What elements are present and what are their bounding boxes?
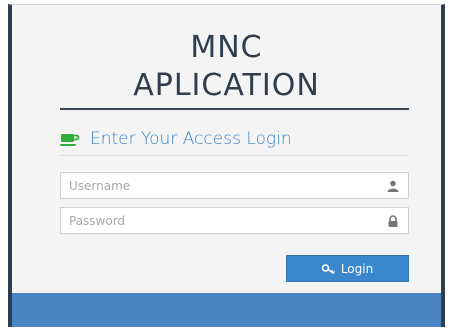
app-title-line1: MNC bbox=[190, 30, 263, 65]
key-icon bbox=[321, 263, 335, 274]
coffee-cup-icon bbox=[60, 132, 80, 146]
password-field[interactable] bbox=[60, 207, 409, 234]
title-divider bbox=[60, 108, 409, 110]
lock-icon bbox=[386, 214, 400, 228]
login-subtitle-text: Enter Your Access Login bbox=[90, 129, 292, 149]
user-icon bbox=[386, 179, 400, 193]
login-subtitle: Enter Your Access Login bbox=[60, 129, 409, 149]
login-button[interactable]: Login bbox=[286, 255, 409, 282]
subtitle-divider bbox=[60, 155, 409, 156]
app-title-line2: APLICATION bbox=[133, 68, 320, 103]
password-input[interactable] bbox=[61, 213, 386, 228]
login-panel: MNC APLICATION Enter Your Access Login U… bbox=[8, 4, 445, 327]
login-window: MNC APLICATION Enter Your Access Login U… bbox=[0, 0, 451, 331]
footer-bar bbox=[12, 293, 441, 327]
username-field[interactable] bbox=[60, 172, 409, 199]
login-button-label: Login bbox=[340, 261, 374, 276]
username-input[interactable] bbox=[61, 178, 386, 193]
app-title: MNC APLICATION bbox=[12, 29, 441, 105]
